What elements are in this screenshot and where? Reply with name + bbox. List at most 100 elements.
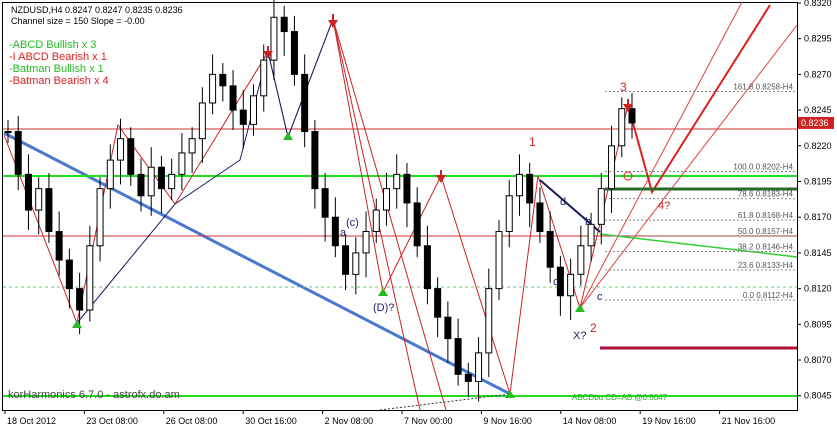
candle-body	[403, 173, 411, 204]
chart-svg: 161.8 0.8258-H4 100.0 0.8202-H4 78.6 0.818…	[0, 0, 837, 434]
y-tick-label: 0.8170	[804, 212, 832, 222]
candle-body	[168, 173, 176, 190]
candle-body	[485, 288, 493, 354]
candle-body	[505, 195, 513, 232]
candle-body	[260, 59, 268, 97]
pattern-legend: -ABCD Bullish x 3 -I ABCD Bearish x 1 -B…	[9, 39, 109, 87]
candle-body	[65, 259, 73, 290]
candle-body	[331, 216, 339, 247]
x-tick-label: 14 Nov 08:00	[563, 416, 617, 426]
x-tick-label: 23 Oct 08:00	[86, 416, 138, 426]
y-tick-label: 0.8095	[804, 319, 832, 329]
candle-body	[117, 138, 125, 161]
candle-body	[434, 288, 442, 318]
y-tick-label: 0.8270	[804, 69, 832, 79]
legend-item: -I ABCD Bearish x 1	[9, 51, 107, 63]
fib-level-label: 50.0 0.8157-H4	[738, 227, 794, 236]
candle-body	[35, 188, 43, 211]
legend-item: -Batman Bearish x 4	[9, 75, 109, 87]
fib-level-label: 61.8 0.8168-H4	[738, 211, 794, 220]
candle-body	[157, 166, 165, 190]
label-c-mid: (c)	[346, 217, 359, 229]
candle-body	[250, 95, 258, 125]
candle-body	[423, 245, 431, 290]
y-tick-label: 0.8070	[804, 355, 832, 365]
candle-body	[618, 108, 626, 147]
candle-body	[526, 173, 534, 204]
y-tick-label: 0.8120	[804, 284, 832, 294]
candle-body	[14, 131, 22, 175]
candle-body	[229, 85, 237, 111]
x-tick-label: 2 Nov 08:00	[325, 416, 374, 426]
candle-body	[372, 209, 380, 232]
candle-body	[321, 188, 329, 218]
candle-body	[475, 352, 483, 382]
candle-body	[24, 173, 32, 211]
label-2: 2	[590, 321, 597, 335]
candle-body	[608, 145, 616, 190]
candle-body	[55, 230, 63, 261]
fib-level-label: 0.0 0.8112-H4	[743, 291, 794, 300]
candle-body	[495, 230, 503, 290]
x-tick-label: 9 Nov 16:00	[483, 416, 532, 426]
x-tick-label: 21 Nov 16:00	[722, 416, 776, 426]
x-tick-label: 18 Oct 2012	[7, 416, 56, 426]
fib-level-label: 100.0 0.8202-H4	[733, 163, 793, 172]
chart-root: 161.8 0.8258-H4 100.0 0.8202-H4 78.6 0.818…	[0, 0, 837, 434]
candle-body	[188, 138, 196, 154]
candle-body	[628, 108, 636, 124]
y-tick-label: 0.8045	[804, 391, 832, 401]
candle-body	[280, 16, 288, 33]
candle-body	[567, 273, 575, 297]
label-3: 3	[620, 80, 627, 94]
chart-subtitle: Channel size = 150 Slope = -0.00	[11, 16, 145, 26]
candle-body	[464, 373, 472, 382]
fib-level-label: 161.8 0.8258-H4	[733, 83, 793, 92]
candle-body	[219, 73, 227, 87]
footer-credit: korHarmonics 6.7.0 - astrofx.do.am	[8, 389, 180, 401]
y-tick-label: 0.8245	[804, 105, 832, 115]
candle-body	[362, 230, 370, 254]
candle-body	[147, 166, 155, 197]
candle-body	[393, 173, 401, 190]
candle-body	[239, 109, 247, 125]
last-price-label: 0.8236	[801, 118, 829, 128]
y-tick-label: 0.8295	[804, 34, 832, 44]
candle-body	[444, 316, 452, 340]
candle-body	[290, 31, 298, 75]
label-b: b	[585, 216, 591, 228]
candle-body	[4, 131, 12, 134]
candle-body	[178, 152, 186, 175]
label-d: d	[560, 196, 566, 208]
candle-body	[597, 188, 605, 225]
candle-body	[45, 188, 53, 232]
candle-body	[342, 245, 350, 275]
candle-body	[382, 188, 390, 211]
candle-body	[577, 245, 585, 275]
candle-body	[311, 131, 319, 190]
legend-item: -Batman Bullish x 1	[9, 63, 104, 75]
candle-body	[301, 73, 309, 133]
label-4: 4?	[658, 200, 670, 212]
label-x: X?	[573, 330, 586, 342]
y-tick-label: 0.8145	[804, 248, 832, 258]
label-d-question: (D)?	[373, 302, 394, 314]
x-tick-label: 19 Nov 16:00	[642, 416, 696, 426]
y-tick-label: 0.8320	[804, 0, 832, 8]
candle-body	[413, 202, 421, 247]
candle-body	[536, 202, 544, 232]
label-abcd-note: ABCDbu CD=AB @0.8047	[572, 393, 668, 402]
candle-body	[137, 173, 145, 197]
legend-item: -ABCD Bullish x 3	[9, 39, 97, 51]
candle-body	[546, 230, 554, 268]
candle-body	[127, 138, 135, 175]
fib-level-label: 78.6 0.8183-H4	[738, 190, 794, 199]
candle-body	[209, 73, 217, 104]
x-tick-label: 30 Oct 16:00	[245, 416, 297, 426]
x-tick-label: 7 Nov 00:00	[404, 416, 453, 426]
fib-level-label: 38.2 0.8146-H4	[738, 242, 794, 251]
y-tick-label: 0.8195	[804, 177, 832, 187]
candle-body	[106, 159, 114, 190]
label-c-right: c	[597, 291, 603, 303]
chart-title: NZDUSD,H4 0.8247 0.8247 0.8235 0.8236	[11, 5, 183, 15]
